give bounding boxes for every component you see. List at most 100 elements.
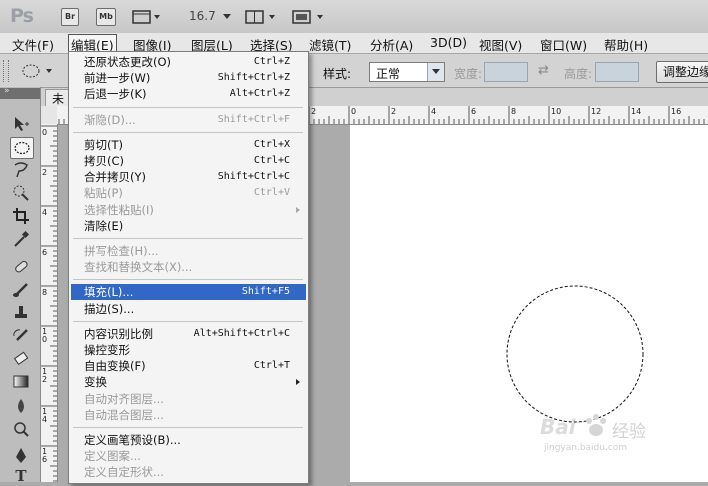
tools-panel-header[interactable]: »	[0, 86, 40, 99]
view-extras-menu[interactable]	[132, 9, 162, 25]
ruler-label: 1 6	[42, 447, 48, 464]
menu-separator	[73, 106, 303, 108]
ruler-label: 4	[42, 208, 48, 217]
ruler-label: 10	[551, 107, 562, 116]
menu-item-label: 描边(S)...	[84, 301, 135, 316]
height-field[interactable]	[595, 62, 639, 82]
menu-item-4-0[interactable]: 填充(L)... Shift+F5	[71, 284, 306, 301]
height-label: 高度:	[564, 67, 593, 81]
eraser-tool-icon[interactable]	[10, 349, 32, 369]
width-label: 宽度:	[454, 67, 483, 81]
blur-tool-icon[interactable]	[10, 396, 32, 416]
ruler-label: 14	[631, 107, 642, 116]
menu-item-label: 还原状态更改(O)	[84, 55, 172, 69]
menu-item-2-1[interactable]: 拷贝(C) Ctrl+C	[71, 153, 306, 169]
crop-tool-icon[interactable]	[10, 206, 32, 226]
style-select-dropdown[interactable]	[427, 63, 444, 81]
screen-mode-menu[interactable]	[292, 9, 327, 25]
menu-item-label: 粘贴(P)	[84, 186, 123, 201]
ruler-label: 2	[391, 107, 397, 116]
menu-item-0-0[interactable]: 还原状态更改(O) Ctrl+Z	[71, 54, 306, 70]
menu-item-2-0[interactable]: 剪切(T) Ctrl+X	[71, 137, 306, 153]
ruler-label: 1 4	[42, 407, 48, 424]
menu-item-0-1[interactable]: 前进一步(W) Shift+Ctrl+Z	[71, 70, 306, 86]
menu-item-label: 合并拷贝(Y)	[84, 170, 146, 185]
vertical-ruler[interactable]: 0 2 4 6 8 1 0 1 2 1 4 1 6	[41, 124, 58, 482]
ruler-label: 0	[42, 128, 48, 137]
application-bar: Ps Br Mb 16.7	[0, 0, 708, 34]
gradient-tool-icon[interactable]	[10, 372, 32, 392]
menu-item-2-2[interactable]: 合并拷贝(Y) Shift+Ctrl+C	[71, 169, 306, 185]
submenu-arrow-icon	[296, 206, 300, 213]
type-tool-icon[interactable]: T	[10, 466, 32, 486]
menu-item-label: 变换	[84, 375, 107, 390]
collapse-panel-icon[interactable]: »	[4, 86, 10, 96]
menu-item-label: 拼写检查(H)...	[84, 244, 159, 258]
menu-item-0-2[interactable]: 后退一步(K) Alt+Ctrl+Z	[71, 86, 306, 102]
tool-preset-picker[interactable]	[20, 62, 56, 80]
spot-healing-tool-icon[interactable]	[10, 257, 32, 277]
menu-item-4-1[interactable]: 描边(S)...	[71, 301, 306, 317]
brush-tool-icon[interactable]	[10, 280, 32, 300]
menu-window[interactable]: 窗口(W)	[540, 35, 587, 54]
menu-item-5-2[interactable]: 自由变换(F) Ctrl+T	[71, 358, 306, 374]
watermark-brand: Bai	[540, 415, 576, 439]
launch-mini-bridge-button[interactable]: Mb	[96, 8, 116, 26]
ruler-label: 1 2	[42, 367, 48, 384]
zoom-level[interactable]: 16.7	[189, 9, 232, 23]
arrange-documents-icon	[245, 10, 275, 24]
ruler-label: 0	[351, 107, 357, 116]
menu-item-5-3[interactable]: 变换	[71, 374, 306, 390]
menu-item-label: 拷贝(C)	[84, 154, 125, 168]
ruler-origin[interactable]	[41, 106, 58, 125]
menu-help[interactable]: 帮助(H)	[604, 35, 648, 54]
menu-item-5-1[interactable]: 操控变形	[71, 342, 306, 358]
launch-bridge-button[interactable]: Br	[61, 8, 79, 26]
menu-item-3-1: 查找和替换文本(X)...	[71, 259, 306, 275]
menu-item-shortcut: Shift+Ctrl+F	[217, 113, 290, 125]
edit-menu-dropdown: 还原状态更改(O) Ctrl+Z 前进一步(W) Shift+Ctrl+Z 后退一步(K…	[68, 51, 309, 484]
menu-item-shortcut: Alt+Shift+Ctrl+C	[193, 327, 290, 339]
ruler-label: 16	[671, 107, 682, 116]
ruler-label: 12	[591, 107, 602, 116]
menu-separator	[73, 427, 303, 428]
menu-file[interactable]: 文件(F)	[12, 35, 54, 54]
menu-filter[interactable]: 滤镜(T)	[309, 35, 351, 54]
menu-item-2-5[interactable]: 清除(E)	[71, 218, 306, 234]
eyedropper-tool-icon[interactable]	[10, 229, 32, 249]
swap-width-height-icon[interactable]: ⇄	[538, 63, 549, 78]
menu-item-2-4: 选择性粘贴(I)	[71, 202, 306, 218]
menu-view[interactable]: 视图(V)	[479, 35, 522, 54]
menu-item-label: 自动对齐图层...	[84, 391, 164, 406]
lasso-tool-icon[interactable]	[10, 160, 32, 180]
menu-item-shortcut: Ctrl+X	[253, 138, 290, 150]
arrange-documents-menu[interactable]	[245, 9, 280, 25]
clone-stamp-tool-icon[interactable]	[10, 303, 32, 323]
menu-item-label: 剪切(T)	[84, 137, 123, 152]
quick-selection-tool-icon[interactable]	[10, 183, 32, 203]
move-tool-icon[interactable]	[10, 114, 32, 134]
menu-item-6-0[interactable]: 定义画笔预设(B)...	[71, 432, 306, 448]
menu-item-label: 前进一步(W)	[84, 71, 151, 86]
photoshop-logo: Ps	[10, 5, 34, 27]
width-field[interactable]	[484, 62, 528, 82]
menu-item-shortcut: Ctrl+Z	[253, 56, 290, 67]
menu-item-label: 内容识别比例	[84, 326, 153, 341]
view-extras-icon	[132, 10, 160, 24]
menu-analysis[interactable]: 分析(A)	[370, 35, 413, 54]
pen-tool-icon[interactable]	[10, 446, 32, 466]
menu-item-shortcut: Shift+Ctrl+C	[217, 171, 290, 183]
dodge-tool-icon[interactable]	[10, 419, 32, 439]
refine-edge-button[interactable]: 调整边缘	[656, 61, 708, 83]
menu-separator	[73, 131, 303, 133]
document-canvas[interactable]: Bai 经验 jingyan.baidu.com	[350, 125, 708, 482]
paw-icon	[584, 413, 608, 442]
history-brush-tool-icon[interactable]	[10, 326, 32, 346]
style-select[interactable]: 正常	[369, 62, 445, 82]
menu-3d[interactable]: 3D(D)	[430, 35, 467, 50]
menu-separator	[73, 279, 303, 281]
menu-item-5-0[interactable]: 内容识别比例 Alt+Shift+Ctrl+C	[71, 326, 306, 342]
submenu-arrow-icon	[296, 379, 300, 386]
elliptical-marquee-tool-icon[interactable]	[10, 137, 34, 159]
options-bar-grip[interactable]	[3, 60, 9, 82]
